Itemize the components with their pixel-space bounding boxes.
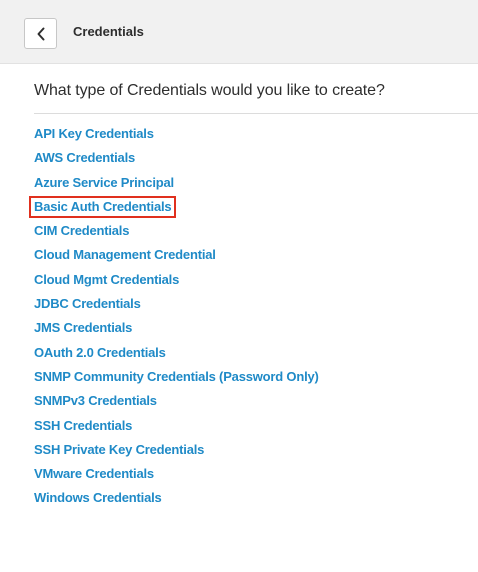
credential-link-jdbc-credentials[interactable]: JDBC Credentials xyxy=(31,294,144,314)
list-item: Windows Credentials xyxy=(34,486,322,510)
credential-link-basic-auth-credentials[interactable]: Basic Auth Credentials xyxy=(29,195,177,218)
credential-link-snmpv3-credentials[interactable]: SNMPv3 Credentials xyxy=(31,391,160,411)
credential-link-windows-credentials[interactable]: Windows Credentials xyxy=(31,488,165,508)
list-item: OAuth 2.0 Credentials xyxy=(34,341,322,365)
credential-link-aws-credentials[interactable]: AWS Credentials xyxy=(31,148,138,168)
list-item: SNMP Community Credentials (Password Onl… xyxy=(34,365,322,389)
back-button[interactable] xyxy=(24,18,57,49)
credential-link-cloud-management-credential[interactable]: Cloud Management Credential xyxy=(31,245,219,265)
credential-link-api-key-credentials[interactable]: API Key Credentials xyxy=(31,124,157,144)
list-item: JDBC Credentials xyxy=(34,292,322,316)
list-item: JMS Credentials xyxy=(34,316,322,340)
list-item: SSH Private Key Credentials xyxy=(34,438,322,462)
chevron-left-icon xyxy=(36,27,46,41)
list-item: SSH Credentials xyxy=(34,414,322,438)
credential-type-list: API Key Credentials AWS Credentials Azure … xyxy=(29,122,322,511)
list-item: CIM Credentials xyxy=(34,219,322,243)
list-item: API Key Credentials xyxy=(34,122,322,146)
page-header: Credentials xyxy=(0,0,478,64)
list-item: Basic Auth Credentials xyxy=(29,195,322,219)
list-item: Cloud Management Credential xyxy=(34,243,322,267)
credential-link-cloud-mgmt-credentials[interactable]: Cloud Mgmt Credentials xyxy=(31,270,182,290)
credential-link-cim-credentials[interactable]: CIM Credentials xyxy=(31,221,132,241)
question-heading: What type of Credentials would you like … xyxy=(34,82,385,99)
credential-link-azure-service-principal[interactable]: Azure Service Principal xyxy=(31,173,177,193)
credential-link-oauth-2-0-credentials[interactable]: OAuth 2.0 Credentials xyxy=(31,343,169,363)
list-item: Azure Service Principal xyxy=(34,171,322,195)
list-item: AWS Credentials xyxy=(34,146,322,170)
credential-link-ssh-credentials[interactable]: SSH Credentials xyxy=(31,416,135,436)
divider xyxy=(34,113,478,114)
list-item: Cloud Mgmt Credentials xyxy=(34,268,322,292)
credential-link-ssh-private-key-credentials[interactable]: SSH Private Key Credentials xyxy=(31,440,207,460)
credential-link-vmware-credentials[interactable]: VMware Credentials xyxy=(31,464,157,484)
credential-link-snmp-community-credentials-password-only[interactable]: SNMP Community Credentials (Password Onl… xyxy=(31,367,322,387)
credential-link-jms-credentials[interactable]: JMS Credentials xyxy=(31,318,135,338)
page-title: Credentials xyxy=(73,24,144,39)
list-item: VMware Credentials xyxy=(34,462,322,486)
list-item: SNMPv3 Credentials xyxy=(34,389,322,413)
credentials-page: Credentials What type of Credentials wou… xyxy=(0,0,478,572)
